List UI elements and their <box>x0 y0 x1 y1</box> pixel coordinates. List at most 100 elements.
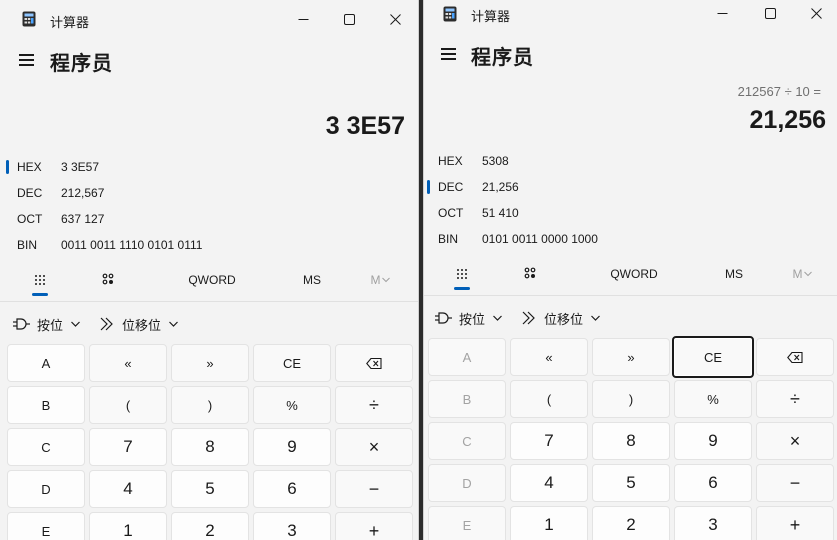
radix-selected-indicator <box>6 160 9 174</box>
tab-bit-toggle-keypad[interactable] <box>512 256 548 292</box>
key-9[interactable]: 9 <box>674 422 752 460</box>
bitwise-dropdown[interactable]: 按位 <box>435 307 502 329</box>
minimize-button[interactable] <box>710 1 734 25</box>
tab-word-size[interactable]: QWORD <box>594 256 674 292</box>
key-1[interactable]: 1 <box>89 512 167 540</box>
radix-row-hex[interactable]: HEX 3 3E57 <box>17 156 317 178</box>
tab-word-size[interactable]: QWORD <box>172 262 252 298</box>
calculator-window-left: 计算器 程序员 3 3E57 HEX 3 3E57 DEC 212,567 OC… <box>0 0 419 540</box>
tab-selected-underline <box>454 287 470 290</box>
bitwise-dropdown[interactable]: 按位 <box>13 313 80 335</box>
key-a[interactable]: A <box>7 344 85 382</box>
key-backspace[interactable] <box>756 338 834 376</box>
key-multiply[interactable]: × <box>756 422 834 460</box>
radix-label: DEC <box>17 186 43 200</box>
key-add[interactable]: + <box>335 512 413 540</box>
chevron-down-icon <box>169 321 178 327</box>
bitshift-label: 位移位 <box>544 311 584 327</box>
key-shift-left[interactable]: « <box>89 344 167 382</box>
key-b[interactable]: B <box>7 386 85 424</box>
key-e[interactable]: E <box>7 512 85 540</box>
key-close-paren[interactable]: ) <box>171 386 249 424</box>
radix-row-oct[interactable]: OCT 637 127 <box>17 208 317 230</box>
radix-label: HEX <box>17 160 42 174</box>
key-e[interactable]: E <box>428 506 506 540</box>
key-percent[interactable]: % <box>253 386 331 424</box>
key-3[interactable]: 3 <box>674 506 752 540</box>
key-6[interactable]: 6 <box>253 470 331 508</box>
key-backspace[interactable] <box>335 344 413 382</box>
key-clear-entry[interactable]: CE <box>672 336 754 378</box>
key-close-paren[interactable]: ) <box>592 380 670 418</box>
key-2[interactable]: 2 <box>171 512 249 540</box>
key-a[interactable]: A <box>428 338 506 376</box>
bitwise-label: 按位 <box>37 317 64 333</box>
bitshift-dropdown[interactable]: 位移位 <box>100 313 178 335</box>
key-8[interactable]: 8 <box>592 422 670 460</box>
tab-bit-toggle-keypad[interactable] <box>90 262 126 298</box>
key-clear-entry[interactable]: CE <box>253 344 331 382</box>
tab-memory-list[interactable]: M <box>784 256 820 292</box>
close-button[interactable] <box>383 7 407 31</box>
hamburger-menu-icon[interactable] <box>17 52 37 68</box>
radix-row-hex[interactable]: HEX 5308 <box>438 150 738 172</box>
key-open-paren[interactable]: ( <box>510 380 588 418</box>
key-7[interactable]: 7 <box>89 428 167 466</box>
backspace-icon <box>787 351 803 363</box>
key-d[interactable]: D <box>7 470 85 508</box>
key-4[interactable]: 4 <box>89 470 167 508</box>
radix-label: OCT <box>17 212 43 226</box>
key-subtract[interactable]: − <box>756 464 834 502</box>
hamburger-menu-icon[interactable] <box>439 46 459 62</box>
bitshift-icon <box>100 317 113 331</box>
key-9[interactable]: 9 <box>253 428 331 466</box>
key-c[interactable]: C <box>428 422 506 460</box>
key-d[interactable]: D <box>428 464 506 502</box>
maximize-button[interactable] <box>337 7 361 31</box>
key-shift-right[interactable]: » <box>592 338 670 376</box>
radix-row-dec[interactable]: DEC 212,567 <box>17 182 317 204</box>
title-bar[interactable]: 计算器 <box>424 0 837 36</box>
radix-label: OCT <box>438 206 464 220</box>
radix-row-bin[interactable]: BIN 0011 0011 1110 0101 0111 <box>17 234 317 256</box>
key-6[interactable]: 6 <box>674 464 752 502</box>
key-shift-right[interactable]: » <box>171 344 249 382</box>
tab-memory-store[interactable]: MS <box>714 256 754 292</box>
keypad-tabs: QWORD MS M <box>424 256 837 292</box>
app-title: 计算器 <box>50 15 90 30</box>
key-3[interactable]: 3 <box>253 512 331 540</box>
radix-row-oct[interactable]: OCT 51 410 <box>438 202 738 224</box>
key-divide[interactable]: ÷ <box>335 386 413 424</box>
minimize-button[interactable] <box>291 7 315 31</box>
key-open-paren[interactable]: ( <box>89 386 167 424</box>
key-8[interactable]: 8 <box>171 428 249 466</box>
close-button[interactable] <box>804 1 828 25</box>
tab-memory-store[interactable]: MS <box>292 262 332 298</box>
key-5[interactable]: 5 <box>171 470 249 508</box>
radix-row-dec[interactable]: DEC 21,256 <box>438 176 738 198</box>
bitshift-dropdown[interactable]: 位移位 <box>522 307 600 329</box>
key-divide[interactable]: ÷ <box>756 380 834 418</box>
full-keypad-icon <box>35 275 45 285</box>
key-multiply[interactable]: × <box>335 428 413 466</box>
key-5[interactable]: 5 <box>592 464 670 502</box>
close-icon <box>389 13 401 25</box>
tab-memory-list[interactable]: M <box>362 262 398 298</box>
key-subtract[interactable]: − <box>335 470 413 508</box>
key-1[interactable]: 1 <box>510 506 588 540</box>
bit-toggle-icon <box>102 273 114 285</box>
key-c[interactable]: C <box>7 428 85 466</box>
key-4[interactable]: 4 <box>510 464 588 502</box>
key-7[interactable]: 7 <box>510 422 588 460</box>
title-bar[interactable]: 计算器 <box>0 0 418 36</box>
key-shift-left[interactable]: « <box>510 338 588 376</box>
maximize-button[interactable] <box>758 1 782 25</box>
backspace-icon <box>366 357 382 369</box>
key-2[interactable]: 2 <box>592 506 670 540</box>
key-b[interactable]: B <box>428 380 506 418</box>
radix-row-bin[interactable]: BIN 0101 0011 0000 1000 <box>438 228 738 250</box>
full-keypad-icon <box>457 269 467 279</box>
key-percent[interactable]: % <box>674 380 752 418</box>
radix-selected-indicator <box>427 180 430 194</box>
key-add[interactable]: + <box>756 506 834 540</box>
